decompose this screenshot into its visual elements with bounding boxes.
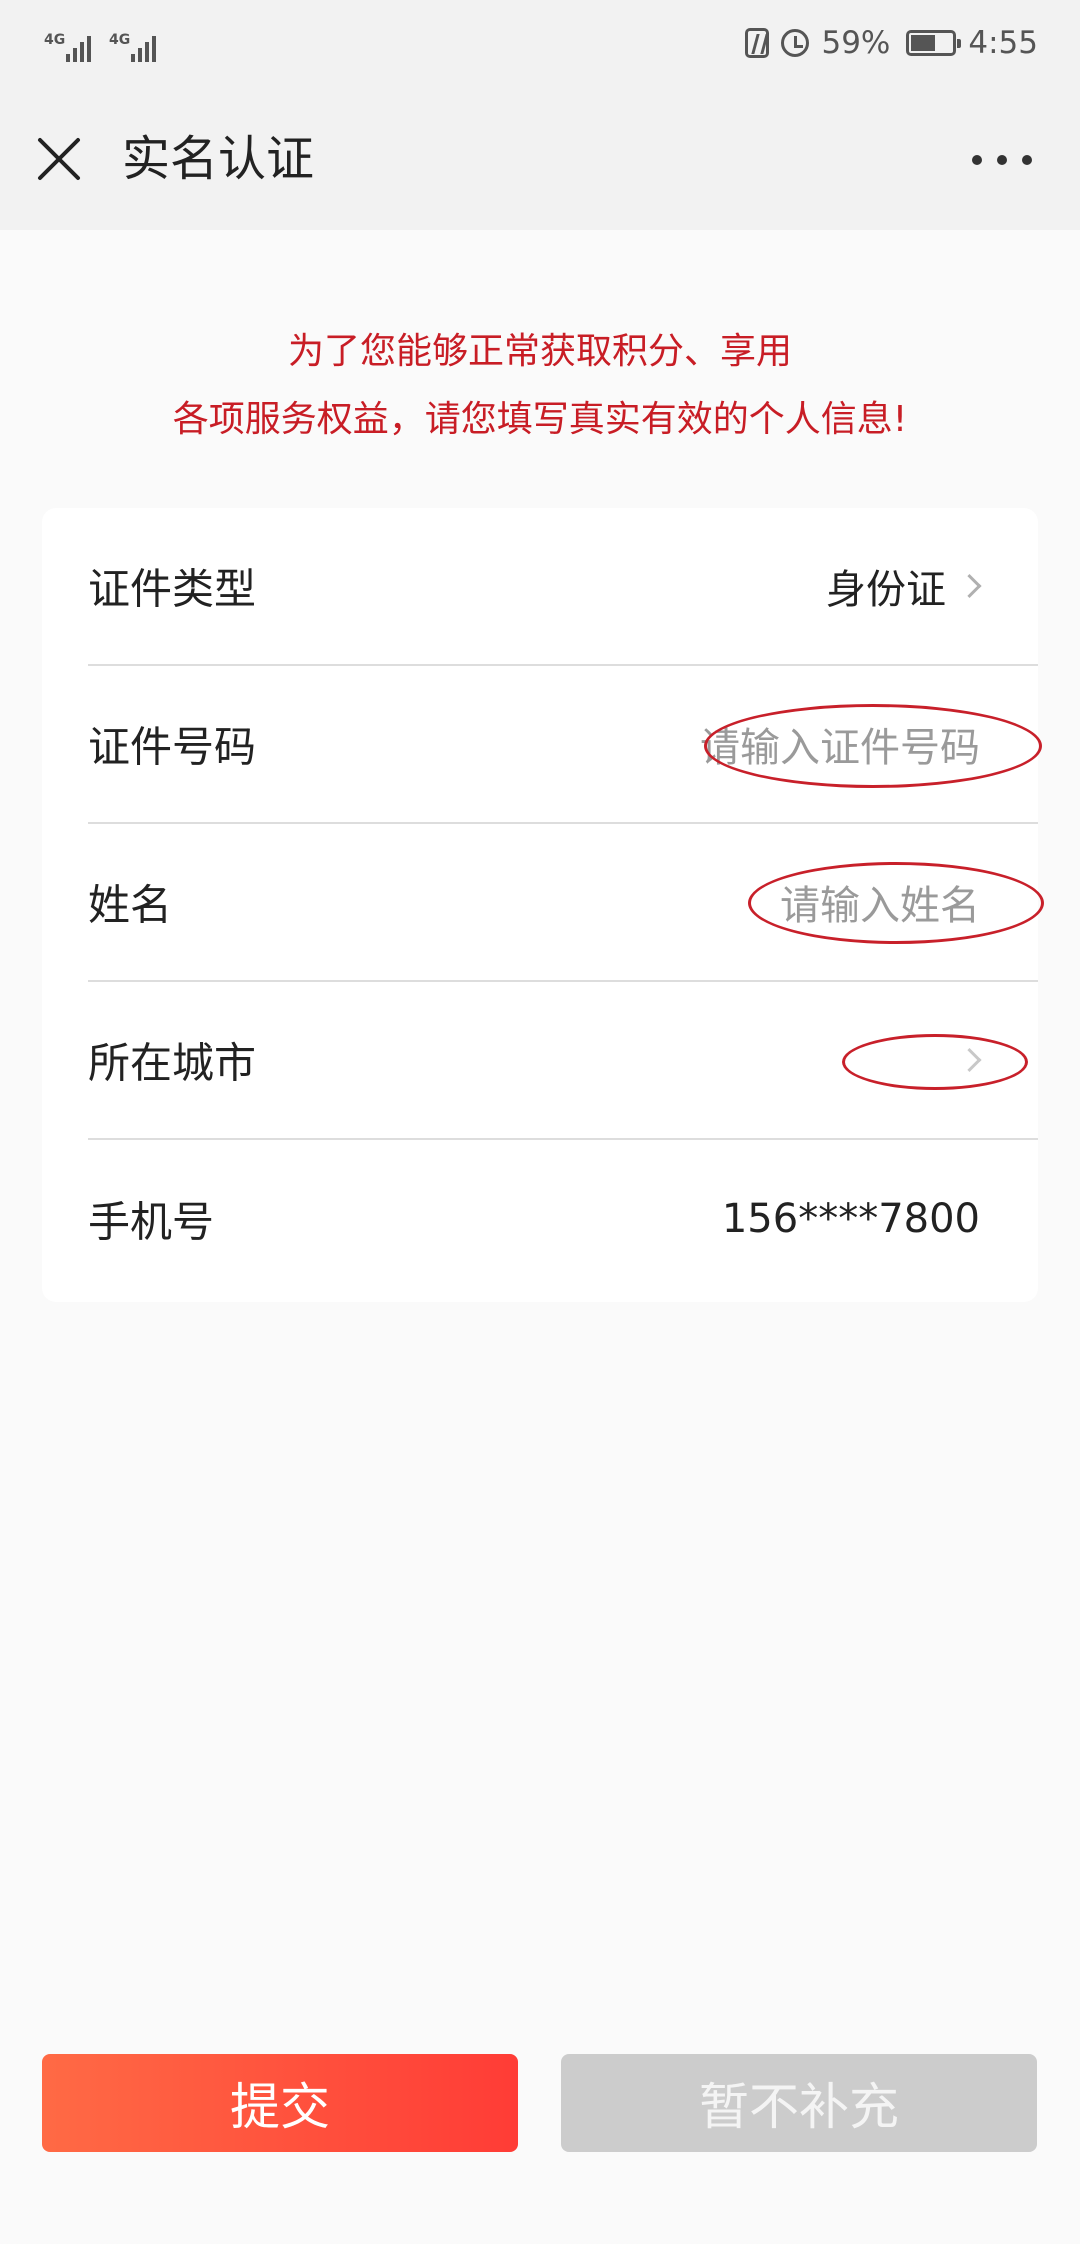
phone-row: 手机号 156****7800 [88,1140,1038,1298]
submit-button[interactable]: 提交 [42,2054,518,2152]
id-type-row[interactable]: 证件类型 身份证 [88,508,1038,666]
city-row[interactable]: 所在城市 [88,982,1038,1140]
city-label: 所在城市 [88,1038,257,1088]
notice-line-2: 各项服务权益，请您填写真实有效的个人信息! [172,399,908,440]
more-icon[interactable] [972,148,1032,172]
verification-form: 证件类型 身份证 证件号码 请输入证件号码 姓名 请输入姓名 所在城市 手机号 … [42,508,1044,1302]
alarm-icon [781,29,810,57]
battery-percent: 59% [821,25,891,61]
skip-button[interactable]: 暂不补充 [561,2054,1037,2152]
battery-icon [906,30,962,56]
chevron-right-icon [957,1047,982,1073]
signal-icon: 4G [109,32,156,62]
notice-line-1: 为了您能够正常获取积分、享用 [287,331,792,372]
name-label: 姓名 [88,880,173,930]
status-indicators: 59% 4:55 [745,20,1038,66]
id-number-label: 证件号码 [88,722,257,772]
signal-group: 4G 4G [44,22,156,62]
id-type-value[interactable]: 身份证 [826,557,946,615]
nfc-icon [745,28,770,58]
signal-network-label: 4G [109,32,131,48]
id-number-row: 证件号码 请输入证件号码 [88,666,1042,824]
id-type-label: 证件类型 [88,564,257,614]
phone-label: 手机号 [88,1197,215,1247]
status-bar: 4G 4G 59% 4:55 [0,0,1080,86]
chevron-right-icon [957,573,982,599]
close-icon[interactable] [34,134,84,184]
status-time: 4:55 [968,25,1038,61]
name-input[interactable]: 请输入姓名 [780,873,980,931]
title-bar: 实名认证 [0,86,1080,230]
name-row: 姓名 请输入姓名 [88,824,1044,982]
signal-network-label: 4G [44,32,66,48]
battery-level [911,35,936,51]
id-number-input[interactable]: 请输入证件号码 [700,715,980,773]
highlight-ring [842,1034,1028,1090]
page-title: 实名认证 [122,131,315,187]
notice-text: 为了您能够正常获取积分、享用 各项服务权益，请您填写真实有效的个人信息! [0,318,1080,454]
phone-value: 156****7800 [721,1196,980,1242]
signal-icon: 4G [44,32,91,62]
